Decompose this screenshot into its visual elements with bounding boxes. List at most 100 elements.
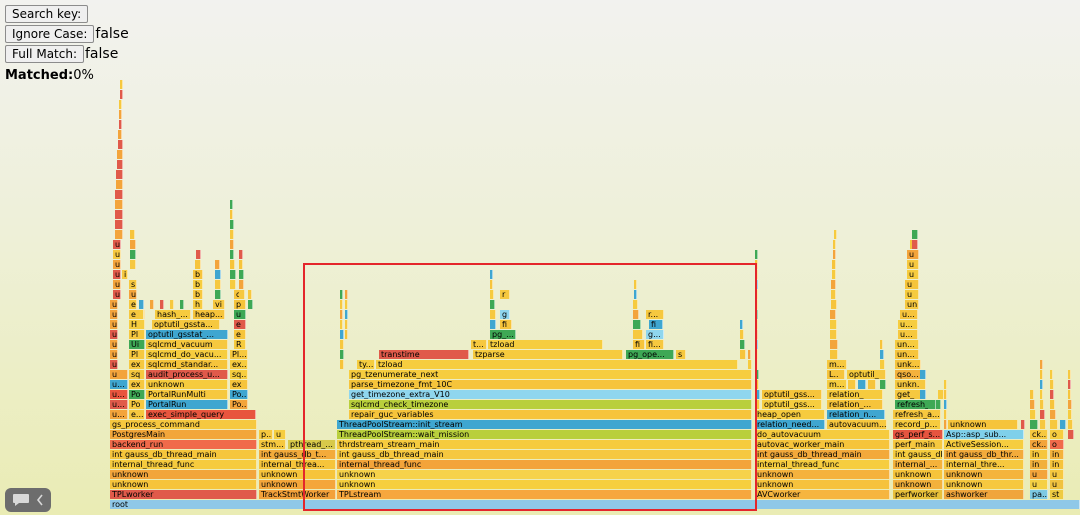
flame-frame[interactable] xyxy=(1050,390,1054,399)
flame-frame[interactable]: u xyxy=(907,260,919,269)
flame-frame[interactable] xyxy=(230,240,234,249)
flame-frame[interactable] xyxy=(834,230,837,239)
flame-frame[interactable] xyxy=(230,280,236,289)
flame-frame[interactable]: unknown xyxy=(110,480,257,489)
flame-frame[interactable] xyxy=(345,330,348,339)
flame-frame[interactable] xyxy=(928,400,936,409)
flame-frame[interactable]: u... xyxy=(900,310,918,319)
flame-frame[interactable]: u xyxy=(129,290,137,299)
flame-frame[interactable] xyxy=(831,280,836,289)
flame-frame[interactable]: g... xyxy=(646,330,664,339)
flame-frame[interactable]: unknown xyxy=(944,480,1024,489)
flame-frame[interactable]: pg_ope... xyxy=(626,350,674,359)
flame-frame[interactable] xyxy=(340,300,343,309)
flame-frame[interactable] xyxy=(340,330,344,339)
flame-frame[interactable]: u xyxy=(274,430,286,439)
flame-frame[interactable]: internal_... xyxy=(893,460,943,469)
flame-frame[interactable]: unk... xyxy=(895,360,921,369)
flame-frame[interactable] xyxy=(490,290,494,299)
flame-frame[interactable] xyxy=(880,370,886,379)
flame-frame[interactable]: TPLstream xyxy=(337,490,752,499)
flame-frame[interactable] xyxy=(755,370,759,379)
flame-frame[interactable] xyxy=(1040,390,1043,399)
flame-frame[interactable]: TrackStmtWorker xyxy=(259,490,336,499)
flame-frame[interactable] xyxy=(1030,420,1038,429)
flame-frame[interactable] xyxy=(248,290,252,299)
flame-frame[interactable]: int gauss_db_thread_main xyxy=(110,450,257,459)
flame-frame[interactable] xyxy=(116,170,123,179)
flame-frame[interactable] xyxy=(830,350,838,359)
flame-frame[interactable]: ex xyxy=(230,380,248,389)
flame-frame[interactable]: unknown xyxy=(259,470,336,479)
flame-frame[interactable] xyxy=(920,390,926,399)
flame-frame[interactable]: o xyxy=(1050,440,1064,449)
flame-frame[interactable]: s xyxy=(676,350,686,359)
flame-frame[interactable] xyxy=(755,310,758,319)
flame-frame[interactable]: optutil_ xyxy=(847,370,883,379)
flame-frame[interactable]: Ui xyxy=(129,340,145,349)
flame-frame[interactable]: u xyxy=(110,350,118,359)
flame-frame[interactable]: fi xyxy=(500,320,512,329)
flame-graph[interactable]: root TPLworker TrackStmtWorker TPLstream AVC… xyxy=(0,0,1080,515)
flame-frame[interactable] xyxy=(1060,420,1066,429)
flame-frame[interactable] xyxy=(340,360,344,369)
flame-frame[interactable] xyxy=(832,270,836,279)
flame-frame[interactable]: i xyxy=(122,270,128,279)
flame-frame[interactable]: unknown xyxy=(259,480,336,489)
flame-frame[interactable]: in xyxy=(1050,460,1064,469)
flame-frame[interactable] xyxy=(755,320,758,329)
flame-frame[interactable]: unknown xyxy=(337,480,752,489)
flame-frame[interactable] xyxy=(196,250,201,259)
flame-frame[interactable]: exec_simple_query xyxy=(146,410,256,419)
flame-frame[interactable]: heap... xyxy=(193,310,225,319)
flame-frame[interactable] xyxy=(340,340,344,349)
flame-frame[interactable]: internal_threa... xyxy=(259,460,336,469)
flame-frame[interactable]: un... xyxy=(895,340,919,349)
flame-frame[interactable]: internal_thread_func xyxy=(110,460,257,469)
flame-frame[interactable]: fi... xyxy=(646,340,664,349)
flame-frame[interactable] xyxy=(634,280,637,289)
flame-frame[interactable]: b xyxy=(193,290,203,299)
flame-frame[interactable] xyxy=(117,150,123,159)
flame-frame[interactable] xyxy=(755,300,758,309)
flame-frame[interactable]: st xyxy=(1050,490,1064,499)
flame-frame[interactable]: tzload xyxy=(488,340,603,349)
flame-frame[interactable]: internal_thread_func xyxy=(755,460,890,469)
flame-frame[interactable] xyxy=(831,290,836,299)
flame-frame[interactable]: u xyxy=(905,290,919,299)
flame-frame[interactable]: u... xyxy=(898,320,918,329)
flame-frame[interactable]: tzparse xyxy=(473,350,623,359)
flame-frame[interactable]: u xyxy=(907,270,919,279)
flame-frame[interactable] xyxy=(115,220,123,229)
flame-frame[interactable]: t... xyxy=(471,340,487,349)
flame-frame[interactable]: optutil_gssta... xyxy=(152,320,220,329)
flame-frame[interactable]: L.. xyxy=(827,370,845,379)
flame-frame[interactable] xyxy=(116,180,123,189)
flame-frame[interactable]: sqlcmd_standar... xyxy=(146,360,228,369)
flame-frame[interactable]: ex... xyxy=(230,360,248,369)
flame-frame[interactable]: ck... xyxy=(1030,430,1048,439)
flame-frame[interactable] xyxy=(119,120,122,129)
flame-frame[interactable]: gs_process_command xyxy=(110,420,257,429)
flame-frame[interactable] xyxy=(830,330,837,339)
flame-frame[interactable]: u xyxy=(1030,470,1048,479)
flame-frame[interactable]: u xyxy=(1030,480,1048,489)
flame-frame[interactable] xyxy=(215,280,221,289)
flame-frame[interactable]: m... xyxy=(827,380,847,389)
flame-frame[interactable] xyxy=(748,360,752,369)
flame-frame[interactable] xyxy=(1050,380,1054,389)
flame-frame[interactable]: sqlcmd_vacuum xyxy=(146,340,228,349)
flame-frame[interactable] xyxy=(755,390,760,399)
flame-frame[interactable] xyxy=(1068,370,1071,379)
flame-frame[interactable]: p xyxy=(234,300,246,309)
flame-frame[interactable]: b xyxy=(193,280,203,289)
flame-frame[interactable] xyxy=(215,290,221,299)
flame-frame[interactable] xyxy=(119,100,122,109)
flame-frame[interactable] xyxy=(830,310,836,319)
full-match-button[interactable]: Full Match: xyxy=(5,45,84,63)
flame-frame[interactable] xyxy=(1068,410,1072,419)
flame-frame[interactable] xyxy=(115,230,123,239)
flame-frame[interactable] xyxy=(1050,400,1055,409)
flame-frame[interactable] xyxy=(160,300,164,309)
flame-frame[interactable]: heap_open xyxy=(755,410,825,419)
